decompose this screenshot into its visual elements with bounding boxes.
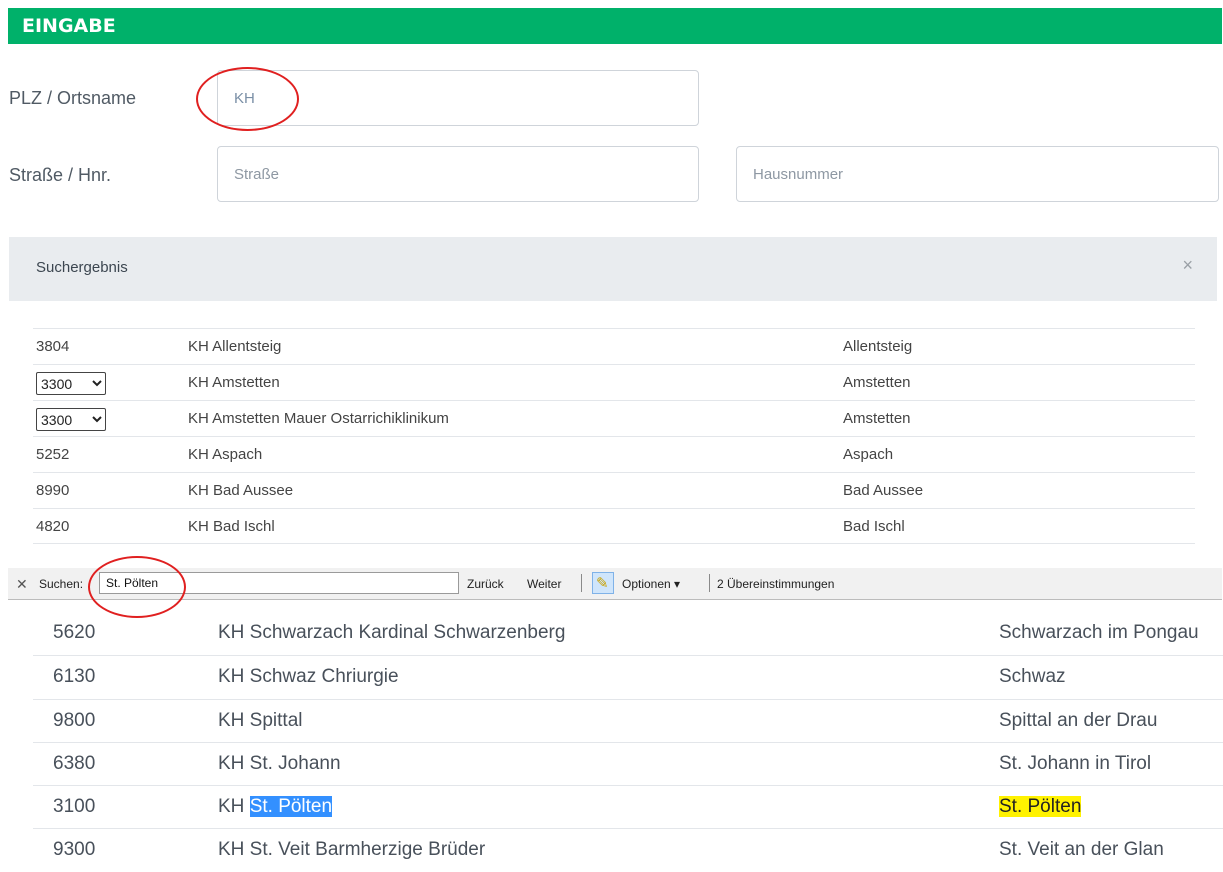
separator [581, 574, 582, 592]
ort-cell: Bad Aussee [843, 482, 924, 499]
ort-cell: St. Johann in Tirol [999, 753, 1152, 774]
ort-cell: Allentsteig [843, 338, 913, 355]
ort-cell: St. Veit an der Glan [999, 839, 1164, 860]
plz-cell: 5620 [53, 622, 96, 643]
table-row[interactable]: 3100 KH St. Pölten St. Pölten [33, 785, 1223, 829]
plz-cell: 3804 [36, 338, 70, 355]
ort-cell: Spittal an der Drau [999, 710, 1158, 731]
plz-ortsname-input[interactable] [217, 70, 699, 126]
highlight-pencil-icon[interactable]: ✎ [592, 572, 614, 594]
find-bar: ✕ Suchen: Zurück Weiter ✎ Optionen ▾ 2 Ü… [8, 568, 1222, 600]
name-cell: KH Amstetten Mauer Ostarrichiklinikum [188, 410, 449, 427]
name-cell: KH St. Pölten [218, 796, 333, 818]
ort-cell: Amstetten [843, 410, 911, 427]
table-row[interactable]: 9300 KH St. Veit Barmherzige Brüder St. … [33, 828, 1223, 872]
section-header: EINGABE [8, 8, 1222, 44]
panel-title: Suchergebnis [36, 259, 128, 276]
selected-match: St. Pölten [249, 796, 333, 817]
name-cell: KH Schwarzach Kardinal Schwarzenberg [218, 622, 566, 643]
ort-cell: St. Pölten [999, 796, 1082, 818]
plz-cell: 3100 [53, 796, 96, 817]
table-row[interactable]: 5252 KH Aspach Aspach [33, 436, 1195, 472]
table-row[interactable]: 4820 KH Bad Ischl Bad Ischl [33, 508, 1195, 544]
find-label: Suchen: [39, 577, 84, 591]
name-cell: KH St. Johann [218, 753, 341, 774]
ort-cell: Amstetten [843, 374, 911, 391]
plz-cell: 5252 [36, 446, 70, 463]
table-row[interactable]: 6380 KH St. Johann St. Johann in Tirol [33, 742, 1223, 786]
plz-cell: 6380 [53, 753, 96, 774]
ort-cell: Aspach [843, 446, 894, 463]
name-cell: KH Allentsteig [188, 338, 282, 355]
close-icon[interactable]: × [1182, 255, 1193, 276]
table-row[interactable]: 3300 KH Amstetten Amstetten [33, 364, 1195, 400]
plz-cell: 6130 [53, 666, 96, 687]
search-result-panel: Suchergebnis × [9, 237, 1217, 301]
plz-cell: 9800 [53, 710, 96, 731]
ort-cell: Bad Ischl [843, 518, 905, 535]
table-row[interactable]: 8990 KH Bad Aussee Bad Aussee [33, 472, 1195, 508]
name-cell: KH Schwaz Chriurgie [218, 666, 399, 687]
highlighted-match: St. Pölten [999, 796, 1082, 817]
plz-cell: 8990 [36, 482, 70, 499]
options-label: Optionen [622, 577, 671, 591]
table-row[interactable]: 6130 KH Schwaz Chriurgie Schwaz [33, 655, 1223, 699]
table-row[interactable]: 9800 KH Spittal Spittal an der Drau [33, 699, 1223, 743]
strasse-input[interactable] [217, 146, 699, 202]
ort-cell: Schwaz [999, 666, 1066, 687]
table-row[interactable]: 5620 KH Schwarzach Kardinal Schwarzenber… [33, 612, 1223, 656]
name-cell: KH St. Veit Barmherzige Brüder [218, 839, 486, 860]
ort-cell: Schwarzach im Pongau [999, 622, 1199, 643]
chevron-down-icon: ▾ [674, 577, 681, 591]
plz-cell: 9300 [53, 839, 96, 860]
name-cell: KH Spittal [218, 710, 303, 731]
table-row[interactable]: 3300 KH Amstetten Mauer Ostarrichiklinik… [33, 400, 1195, 436]
find-options-button[interactable]: Optionen ▾ [622, 577, 680, 591]
name-prefix: KH [218, 796, 250, 817]
close-find-icon[interactable]: ✕ [16, 576, 28, 593]
table-row[interactable]: 3804 KH Allentsteig Allentsteig [33, 328, 1195, 364]
strasse-label: Straße / Hnr. [9, 165, 112, 185]
plz-cell: 4820 [36, 518, 70, 535]
plz-label: PLZ / Ortsname [9, 88, 137, 108]
hausnummer-input[interactable] [736, 146, 1219, 202]
find-input[interactable] [99, 572, 459, 594]
separator [709, 574, 710, 592]
find-back-button[interactable]: Zurück [467, 577, 504, 591]
find-next-button[interactable]: Weiter [527, 577, 561, 591]
match-count: 2 Übereinstimmungen [717, 577, 835, 591]
name-cell: KH Amstetten [188, 374, 280, 391]
name-cell: KH Bad Aussee [188, 482, 294, 499]
name-cell: KH Bad Ischl [188, 518, 275, 535]
name-cell: KH Aspach [188, 446, 263, 463]
plz-select[interactable]: 3300 [36, 372, 106, 395]
plz-select[interactable]: 3300 [36, 408, 106, 431]
